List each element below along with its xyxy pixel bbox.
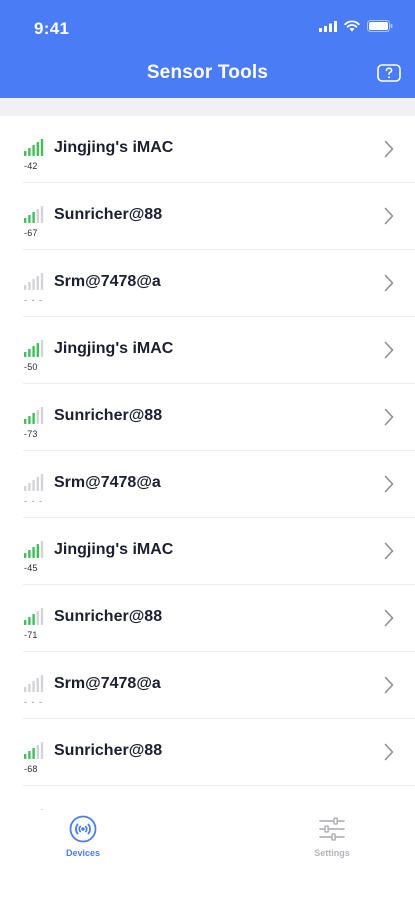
wifi-icon bbox=[344, 20, 360, 32]
chevron-right-icon bbox=[384, 676, 394, 694]
device-name: Sunricher@88 bbox=[54, 742, 163, 759]
device-name: Jingjing's iMAC bbox=[54, 340, 174, 357]
tab-devices[interactable]: Devices bbox=[43, 814, 123, 858]
signal-strength-icon bbox=[24, 340, 44, 357]
device-name: Srm@7478@a bbox=[54, 675, 161, 692]
device-row[interactable]: - - - Srm@7478@a bbox=[23, 250, 415, 317]
signal-strength-icon bbox=[24, 675, 44, 692]
rssi-value: -67 bbox=[24, 228, 38, 238]
chevron-right-icon bbox=[384, 207, 394, 225]
cellular-signal-icon bbox=[319, 20, 337, 32]
device-row[interactable]: -68 Sunricher@88 bbox=[23, 719, 415, 786]
status-icons bbox=[319, 20, 393, 32]
rssi-value: -71 bbox=[24, 630, 38, 640]
device-name: Sunricher@88 bbox=[54, 206, 163, 223]
signal-strength-icon bbox=[24, 742, 44, 759]
tab-settings-label: Settings bbox=[314, 848, 350, 858]
rssi-value: -73 bbox=[24, 429, 38, 439]
rssi-value: -50 bbox=[24, 362, 38, 372]
device-name: Sunricher@88 bbox=[54, 407, 163, 424]
rssi-value: - - - bbox=[24, 697, 43, 707]
help-button[interactable] bbox=[376, 62, 402, 84]
chevron-right-icon bbox=[384, 274, 394, 292]
device-name: Sunricher@88 bbox=[54, 608, 163, 625]
broadcast-icon bbox=[69, 815, 97, 843]
device-row[interactable]: - - - Srm@7478@a bbox=[23, 451, 415, 518]
chevron-right-icon bbox=[384, 140, 394, 158]
signal-strength-icon bbox=[24, 474, 44, 491]
rssi-value: -42 bbox=[24, 161, 38, 171]
help-icon bbox=[377, 64, 401, 82]
chevron-right-icon bbox=[384, 609, 394, 627]
chevron-right-icon bbox=[384, 341, 394, 359]
device-name: Jingjing's iMAC bbox=[54, 139, 174, 156]
device-name: Jingjing's iMAC bbox=[54, 541, 174, 558]
device-list: -42 Jingjing's iMAC -67 Sunricher@88 - - - Sr… bbox=[0, 116, 415, 810]
device-row[interactable]: -67 Sunricher@88 bbox=[23, 183, 415, 250]
chevron-right-icon bbox=[384, 743, 394, 761]
tab-devices-label: Devices bbox=[65, 848, 101, 858]
device-name: Srm@7478@a bbox=[54, 474, 161, 491]
status-time: 9:41 bbox=[34, 19, 70, 38]
status-bar: 9:41 bbox=[0, 0, 415, 56]
app-header: 9:41 Sensor Tools bbox=[0, 0, 415, 98]
rssi-value: - - - bbox=[24, 295, 43, 305]
device-row[interactable] bbox=[23, 786, 415, 810]
device-row[interactable]: - - - Srm@7478@a bbox=[23, 652, 415, 719]
device-row[interactable]: -71 Sunricher@88 bbox=[23, 585, 415, 652]
list-top-spacer bbox=[0, 98, 415, 116]
page-title: Sensor Tools bbox=[146, 62, 269, 83]
signal-strength-icon bbox=[24, 608, 44, 625]
battery-icon bbox=[367, 20, 393, 32]
device-row[interactable]: -45 Jingjing's iMAC bbox=[23, 518, 415, 585]
rssi-value: -68 bbox=[24, 764, 38, 774]
signal-strength-icon bbox=[24, 273, 44, 290]
device-row[interactable]: -50 Jingjing's iMAC bbox=[23, 317, 415, 384]
device-name: Srm@7478@a bbox=[54, 273, 161, 290]
rssi-value: - - - bbox=[24, 496, 43, 506]
chevron-right-icon bbox=[384, 542, 394, 560]
tab-bar: Devices Settings bbox=[0, 810, 415, 900]
device-row[interactable]: -42 Jingjing's iMAC bbox=[23, 116, 415, 183]
tab-settings[interactable]: Settings bbox=[292, 814, 372, 858]
signal-strength-icon bbox=[24, 541, 44, 558]
rssi-value: -45 bbox=[24, 563, 38, 573]
chevron-right-icon bbox=[384, 475, 394, 493]
sliders-icon bbox=[319, 817, 345, 841]
signal-strength-icon bbox=[24, 139, 44, 156]
signal-strength-icon bbox=[24, 407, 44, 424]
device-row[interactable]: -73 Sunricher@88 bbox=[23, 384, 415, 451]
signal-strength-icon bbox=[24, 206, 44, 223]
chevron-right-icon bbox=[384, 408, 394, 426]
